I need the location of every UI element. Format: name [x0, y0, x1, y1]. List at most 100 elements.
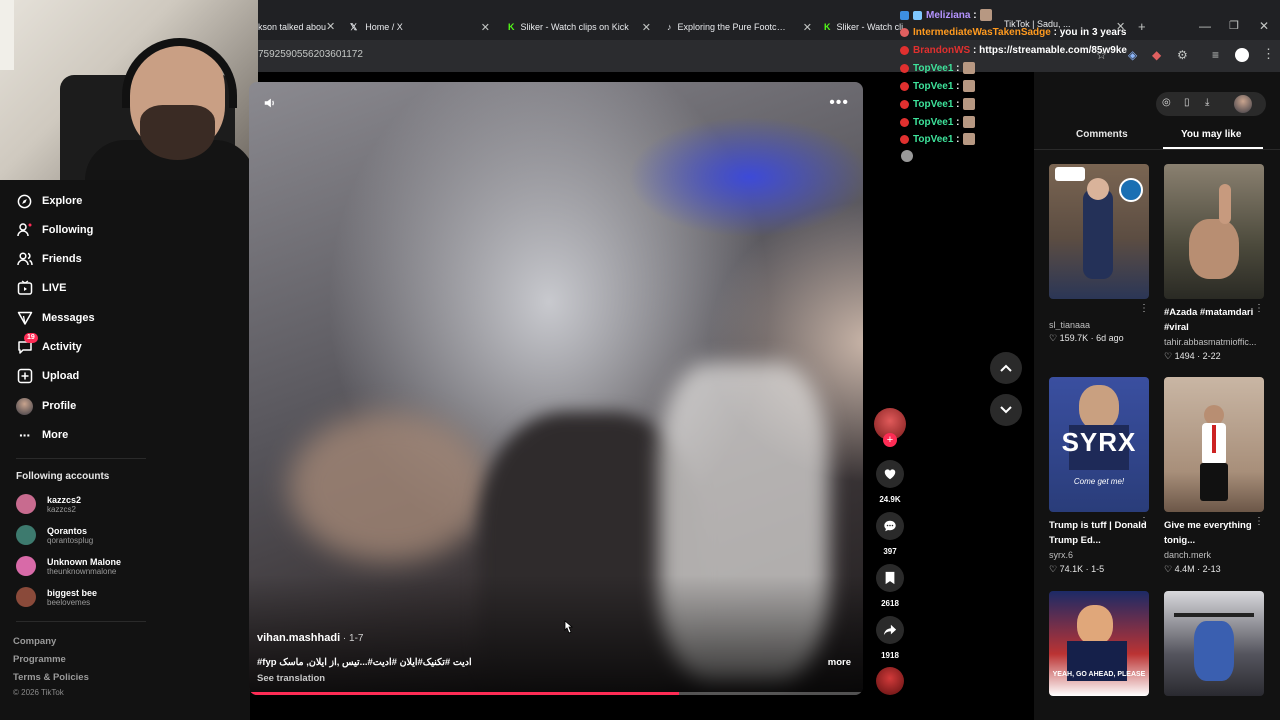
- save-button[interactable]: [876, 564, 904, 592]
- tab-close-icon[interactable]: ✕: [803, 21, 812, 34]
- extension-icon[interactable]: ◆: [1152, 48, 1161, 62]
- video-options-icon[interactable]: •••: [829, 94, 849, 112]
- like-button[interactable]: [876, 460, 904, 488]
- browser-tab[interactable]: 𝕏 Home / X ✕: [350, 17, 490, 37]
- nav-upload[interactable]: Upload: [16, 366, 79, 386]
- browser-tab[interactable]: ♪Exploring the Pure Footcraft Ju✕: [667, 17, 812, 37]
- avatar: [16, 525, 36, 545]
- tab-close-icon[interactable]: ✕: [326, 20, 335, 33]
- browser-tab[interactable]: K Sliker - Watch clips on Kick ✕: [508, 17, 651, 37]
- footer-link-programme[interactable]: Programme: [13, 654, 66, 665]
- video-progress-fill: [249, 692, 679, 695]
- emote-icon: [962, 98, 975, 110]
- more-options-icon[interactable]: ⋮: [1139, 303, 1149, 314]
- compass-icon: [16, 193, 33, 210]
- comment-button[interactable]: [876, 512, 904, 540]
- close-window-icon[interactable]: ✕: [1259, 19, 1269, 33]
- chat-user: TopVee1: [913, 62, 954, 74]
- comment-count: 397: [883, 547, 897, 556]
- tab-you-may-like[interactable]: You may like: [1181, 129, 1241, 140]
- heart-icon: [884, 469, 896, 480]
- messages-icon: [16, 310, 33, 327]
- video-thumbnail[interactable]: YEAH, GO AHEAD, PLEASE: [1049, 591, 1149, 696]
- video-caption[interactable]: #Azada #matamdari #viral: [1164, 305, 1269, 335]
- nav-profile[interactable]: Profile: [16, 396, 76, 416]
- nav-friends[interactable]: Friends: [16, 249, 82, 269]
- video-user[interactable]: tahir.abbasmatmioffic...: [1164, 337, 1269, 347]
- minimize-icon[interactable]: —: [1199, 19, 1211, 33]
- share-button[interactable]: [876, 616, 904, 644]
- browser-tab[interactable]: K Sliker - Watch cli: [824, 17, 904, 37]
- next-video-avatar[interactable]: [876, 667, 904, 695]
- video-author[interactable]: vihan.mashhadi: [257, 632, 340, 644]
- explore-icon[interactable]: ◎: [1162, 97, 1171, 108]
- kick-logo-icon: K: [508, 22, 515, 32]
- next-video-button[interactable]: [990, 394, 1022, 426]
- chat-user: TopVee1: [913, 98, 954, 110]
- puzzle-icon[interactable]: ⚙: [1177, 48, 1188, 62]
- queue-icon[interactable]: ≡: [1212, 48, 1219, 62]
- footer-link-terms[interactable]: Terms & Policies: [13, 672, 89, 683]
- share-count: 1918: [881, 651, 899, 660]
- copyright: © 2026 TikTok: [13, 688, 64, 697]
- live-icon: [16, 280, 33, 297]
- video-caption[interactable]: Give me everything tonig...: [1164, 518, 1269, 548]
- nav-activity[interactable]: 19 Activity: [16, 332, 82, 357]
- video-thumbnail[interactable]: [1164, 377, 1264, 512]
- account-item[interactable]: kazzcs2 kazzcs2: [16, 494, 81, 514]
- avatar: [16, 556, 36, 576]
- nav-more[interactable]: ··· More: [16, 425, 68, 445]
- video-thumbnail[interactable]: SYRX Come get me!: [1049, 377, 1149, 512]
- volume-icon[interactable]: [263, 96, 277, 115]
- video-thumbnail[interactable]: [1164, 164, 1264, 299]
- previous-video-button[interactable]: [990, 352, 1022, 384]
- save-count: 2618: [881, 599, 899, 608]
- friends-icon: [16, 251, 33, 268]
- video-thumbnail[interactable]: [1164, 591, 1264, 696]
- extension-icon[interactable]: ◈: [1128, 48, 1137, 62]
- url-field[interactable]: 7592590556203601172: [258, 49, 363, 60]
- nav-messages[interactable]: Messages: [16, 308, 95, 328]
- account-item[interactable]: Unknown Malone theunknownmalone: [16, 556, 121, 576]
- nav-live[interactable]: LIVE: [16, 278, 66, 298]
- emote-icon: [962, 116, 975, 128]
- divider: [1034, 149, 1280, 150]
- chat-message: IntermediateWasTakenSadge : you in 3 yea…: [900, 27, 1126, 38]
- emote-icon: [962, 133, 975, 145]
- comment-icon: [884, 520, 896, 532]
- nav-explore[interactable]: Explore: [16, 191, 82, 211]
- see-translation-link[interactable]: See translation: [257, 673, 325, 684]
- tab-comments[interactable]: Comments: [1076, 129, 1128, 140]
- video-stats: ♡ 159.7K · 6d ago: [1049, 333, 1124, 343]
- user-avatar[interactable]: [1234, 95, 1252, 113]
- download-icon[interactable]: ⤓: [1205, 97, 1209, 108]
- activity-icon: 19: [16, 332, 38, 356]
- chevron-down-icon: [1000, 406, 1012, 414]
- account-item[interactable]: biggest bee beelovemes: [16, 587, 97, 607]
- browser-menu-icon[interactable]: ⋮: [1262, 46, 1275, 62]
- tab-close-icon[interactable]: ✕: [481, 21, 490, 34]
- video-user[interactable]: sl_tianaaa: [1049, 320, 1154, 330]
- chat-user: TopVee1: [913, 80, 954, 92]
- video-user[interactable]: danch.merk: [1164, 550, 1269, 560]
- account-item[interactable]: Qorantos qorantosplug: [16, 525, 93, 545]
- video-caption[interactable]: Trump is tuff | Donald Trump Ed...: [1049, 518, 1154, 548]
- caption-more-button[interactable]: more: [828, 657, 851, 668]
- footer-link-company[interactable]: Company: [13, 636, 56, 647]
- nav-following[interactable]: Following: [16, 220, 93, 240]
- mobile-icon[interactable]: ▯: [1184, 97, 1190, 108]
- new-tab-icon[interactable]: +: [1138, 19, 1146, 34]
- video-progress-bar[interactable]: [249, 692, 863, 695]
- heart-outline-icon: ♡: [1164, 351, 1173, 361]
- tab-close-icon[interactable]: ✕: [642, 21, 651, 34]
- chat-message: TopVee1 :: [900, 80, 975, 92]
- video-player[interactable]: ••• vihan.mashhadi · 1-7 #fyp ادیت #تکنی…: [249, 82, 863, 695]
- follow-plus-icon[interactable]: +: [883, 433, 897, 447]
- restore-icon[interactable]: ❐: [1229, 19, 1239, 32]
- chat-user: BrandonWS: [913, 45, 971, 56]
- chat-user: IntermediateWasTakenSadge: [913, 27, 1051, 38]
- profile-avatar[interactable]: [1235, 48, 1249, 62]
- video-user[interactable]: syrx.6: [1049, 550, 1154, 560]
- thumbnail-subtitle: Come get me!: [1073, 477, 1125, 486]
- video-thumbnail[interactable]: [1049, 164, 1149, 299]
